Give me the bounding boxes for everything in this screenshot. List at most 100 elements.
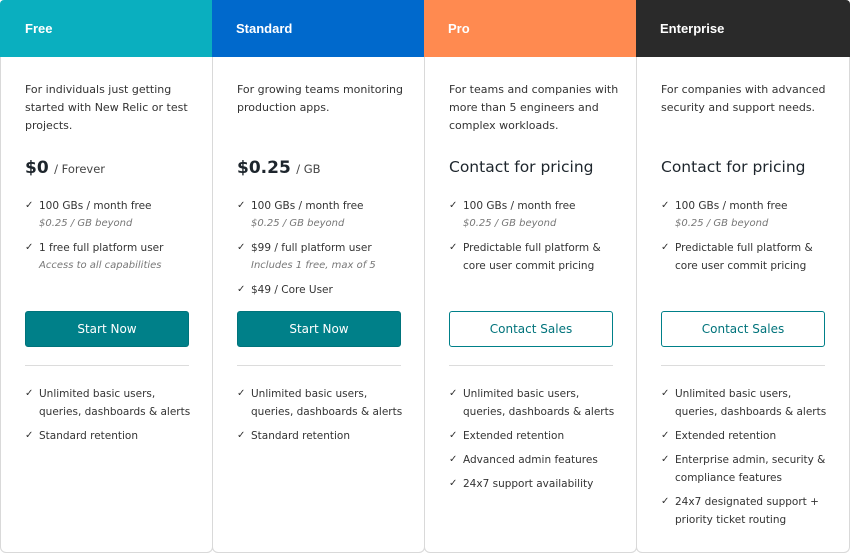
feature-text: 24x7 support availability (463, 478, 594, 490)
check-icon: ✓ (449, 430, 458, 441)
check-icon: ✓ (449, 478, 458, 489)
plan-features-primary: ✓ 100 GBs / month free $0.25 / GB beyond ✓ 1… (25, 197, 200, 281)
feature-text: Predictable full platform & core user co… (675, 242, 813, 272)
feature-item: ✓ Extended retention (449, 427, 624, 445)
feature-subtext: $0.25 / GB beyond (251, 218, 345, 229)
check-icon: ✓ (25, 242, 34, 253)
check-icon: ✓ (661, 496, 670, 507)
plan-card-free: Free For individuals just getting started… (0, 0, 213, 553)
feature-text: 1 free full platform user (39, 242, 164, 254)
plan-features-primary: ✓ 100 GBs / month free $0.25 / GB beyond ✓ P… (449, 197, 624, 281)
feature-item: ✓ Enterprise admin, security & compliance… (661, 451, 836, 487)
plan-features-primary: ✓ 100 GBs / month free $0.25 / GB beyond ✓ P… (661, 197, 836, 281)
check-icon: ✓ (449, 242, 458, 253)
plan-header: Enterprise (636, 0, 850, 57)
feature-item: ✓ 100 GBs / month free $0.25 / GB beyond (237, 197, 412, 233)
check-icon: ✓ (237, 430, 246, 441)
plan-header: Free (0, 0, 213, 57)
plan-price: $0 / Forever (25, 158, 105, 178)
feature-item: ✓ 24x7 support availability (449, 475, 624, 493)
check-icon: ✓ (237, 200, 246, 211)
feature-item: ✓ Unlimited basic users, queries, dashboa… (449, 385, 624, 421)
feature-item: ✓ 24x7 designated support + priority tick… (661, 493, 836, 529)
check-icon: ✓ (25, 388, 34, 399)
feature-text: Predictable full platform & core user co… (463, 242, 601, 272)
feature-text: 24x7 designated support + priority ticke… (675, 496, 819, 526)
price-amount: $0.25 (237, 158, 291, 178)
check-icon: ✓ (237, 284, 246, 295)
feature-text: 100 GBs / month free (39, 200, 152, 212)
feature-subtext: Includes 1 free, max of 5 (251, 260, 376, 271)
feature-item: ✓ Extended retention (661, 427, 836, 445)
check-icon: ✓ (25, 430, 34, 441)
plan-features-included: ✓ Unlimited basic users, queries, dashboa… (661, 385, 836, 535)
feature-item: ✓ 100 GBs / month free $0.25 / GB beyond (25, 197, 200, 233)
feature-item: ✓ Standard retention (25, 427, 200, 445)
feature-item: ✓ Unlimited basic users, queries, dashboa… (25, 385, 200, 421)
feature-text: $99 / full platform user (251, 242, 372, 254)
feature-item: ✓ $99 / full platform user Includes 1 free… (237, 239, 412, 275)
start-now-button[interactable]: Start Now (237, 311, 401, 347)
check-icon: ✓ (237, 242, 246, 253)
check-icon: ✓ (449, 200, 458, 211)
feature-item: ✓ Advanced admin features (449, 451, 624, 469)
plan-features-included: ✓ Unlimited basic users, queries, dashboa… (237, 385, 412, 451)
price-amount: $0 (25, 158, 49, 178)
price-unit: / GB (296, 162, 321, 176)
check-icon: ✓ (25, 200, 34, 211)
plan-features-included: ✓ Unlimited basic users, queries, dashboa… (25, 385, 200, 451)
feature-subtext: $0.25 / GB beyond (675, 218, 769, 229)
price-unit: / Forever (54, 162, 106, 176)
start-now-button[interactable]: Start Now (25, 311, 189, 347)
feature-text: Extended retention (675, 430, 777, 442)
plan-card-standard: Standard For growing teams monitoring pro… (212, 0, 425, 553)
contact-sales-button[interactable]: Contact Sales (449, 311, 613, 347)
feature-text: Unlimited basic users, queries, dashboar… (675, 388, 827, 418)
check-icon: ✓ (661, 242, 670, 253)
check-icon: ✓ (661, 388, 670, 399)
feature-item: ✓ $49 / Core User (237, 281, 412, 299)
feature-item: ✓ 100 GBs / month free $0.25 / GB beyond (449, 197, 624, 233)
feature-text: Advanced admin features (463, 454, 598, 466)
feature-subtext: Access to all capabilities (39, 260, 162, 271)
pricing-plans: Free For individuals just getting started… (0, 0, 850, 554)
check-icon: ✓ (449, 454, 458, 465)
plan-features-included: ✓ Unlimited basic users, queries, dashboa… (449, 385, 624, 499)
feature-item: ✓ Standard retention (237, 427, 412, 445)
check-icon: ✓ (661, 200, 670, 211)
divider (661, 365, 825, 366)
plan-description: For growing teams monitoring production … (237, 83, 403, 114)
feature-text: Standard retention (39, 430, 138, 442)
feature-text: Unlimited basic users, queries, dashboar… (39, 388, 191, 418)
plan-description: For companies with advanced security and… (661, 83, 826, 114)
plan-price: Contact for pricing (661, 158, 806, 176)
plan-description: For teams and companies with more than 5… (449, 83, 619, 132)
divider (449, 365, 613, 366)
check-icon: ✓ (661, 454, 670, 465)
feature-item: ✓ 100 GBs / month free $0.25 / GB beyond (661, 197, 836, 233)
feature-text: 100 GBs / month free (675, 200, 788, 212)
contact-sales-button[interactable]: Contact Sales (661, 311, 825, 347)
feature-text: Extended retention (463, 430, 565, 442)
feature-item: ✓ Predictable full platform & core user c… (661, 239, 836, 275)
feature-text: Unlimited basic users, queries, dashboar… (463, 388, 615, 418)
feature-text: 100 GBs / month free (463, 200, 576, 212)
divider (25, 365, 189, 366)
check-icon: ✓ (661, 430, 670, 441)
feature-item: ✓ Predictable full platform & core user c… (449, 239, 624, 275)
feature-item: ✓ Unlimited basic users, queries, dashboa… (661, 385, 836, 421)
plan-features-primary: ✓ 100 GBs / month free $0.25 / GB beyond ✓ $… (237, 197, 412, 305)
feature-subtext: $0.25 / GB beyond (463, 218, 557, 229)
check-icon: ✓ (449, 388, 458, 399)
divider (237, 365, 401, 366)
plan-header: Pro (424, 0, 637, 57)
check-icon: ✓ (237, 388, 246, 399)
feature-item: ✓ Unlimited basic users, queries, dashboa… (237, 385, 412, 421)
feature-text: Enterprise admin, security & compliance … (675, 454, 826, 484)
feature-text: Standard retention (251, 430, 350, 442)
feature-item: ✓ 1 free full platform user Access to all … (25, 239, 200, 275)
plan-description: For individuals just getting started wit… (25, 83, 188, 132)
plan-card-enterprise: Enterprise For companies with advanced se… (636, 0, 850, 553)
plan-card-pro: Pro For teams and companies with more tha… (424, 0, 637, 553)
feature-text: $49 / Core User (251, 284, 333, 296)
